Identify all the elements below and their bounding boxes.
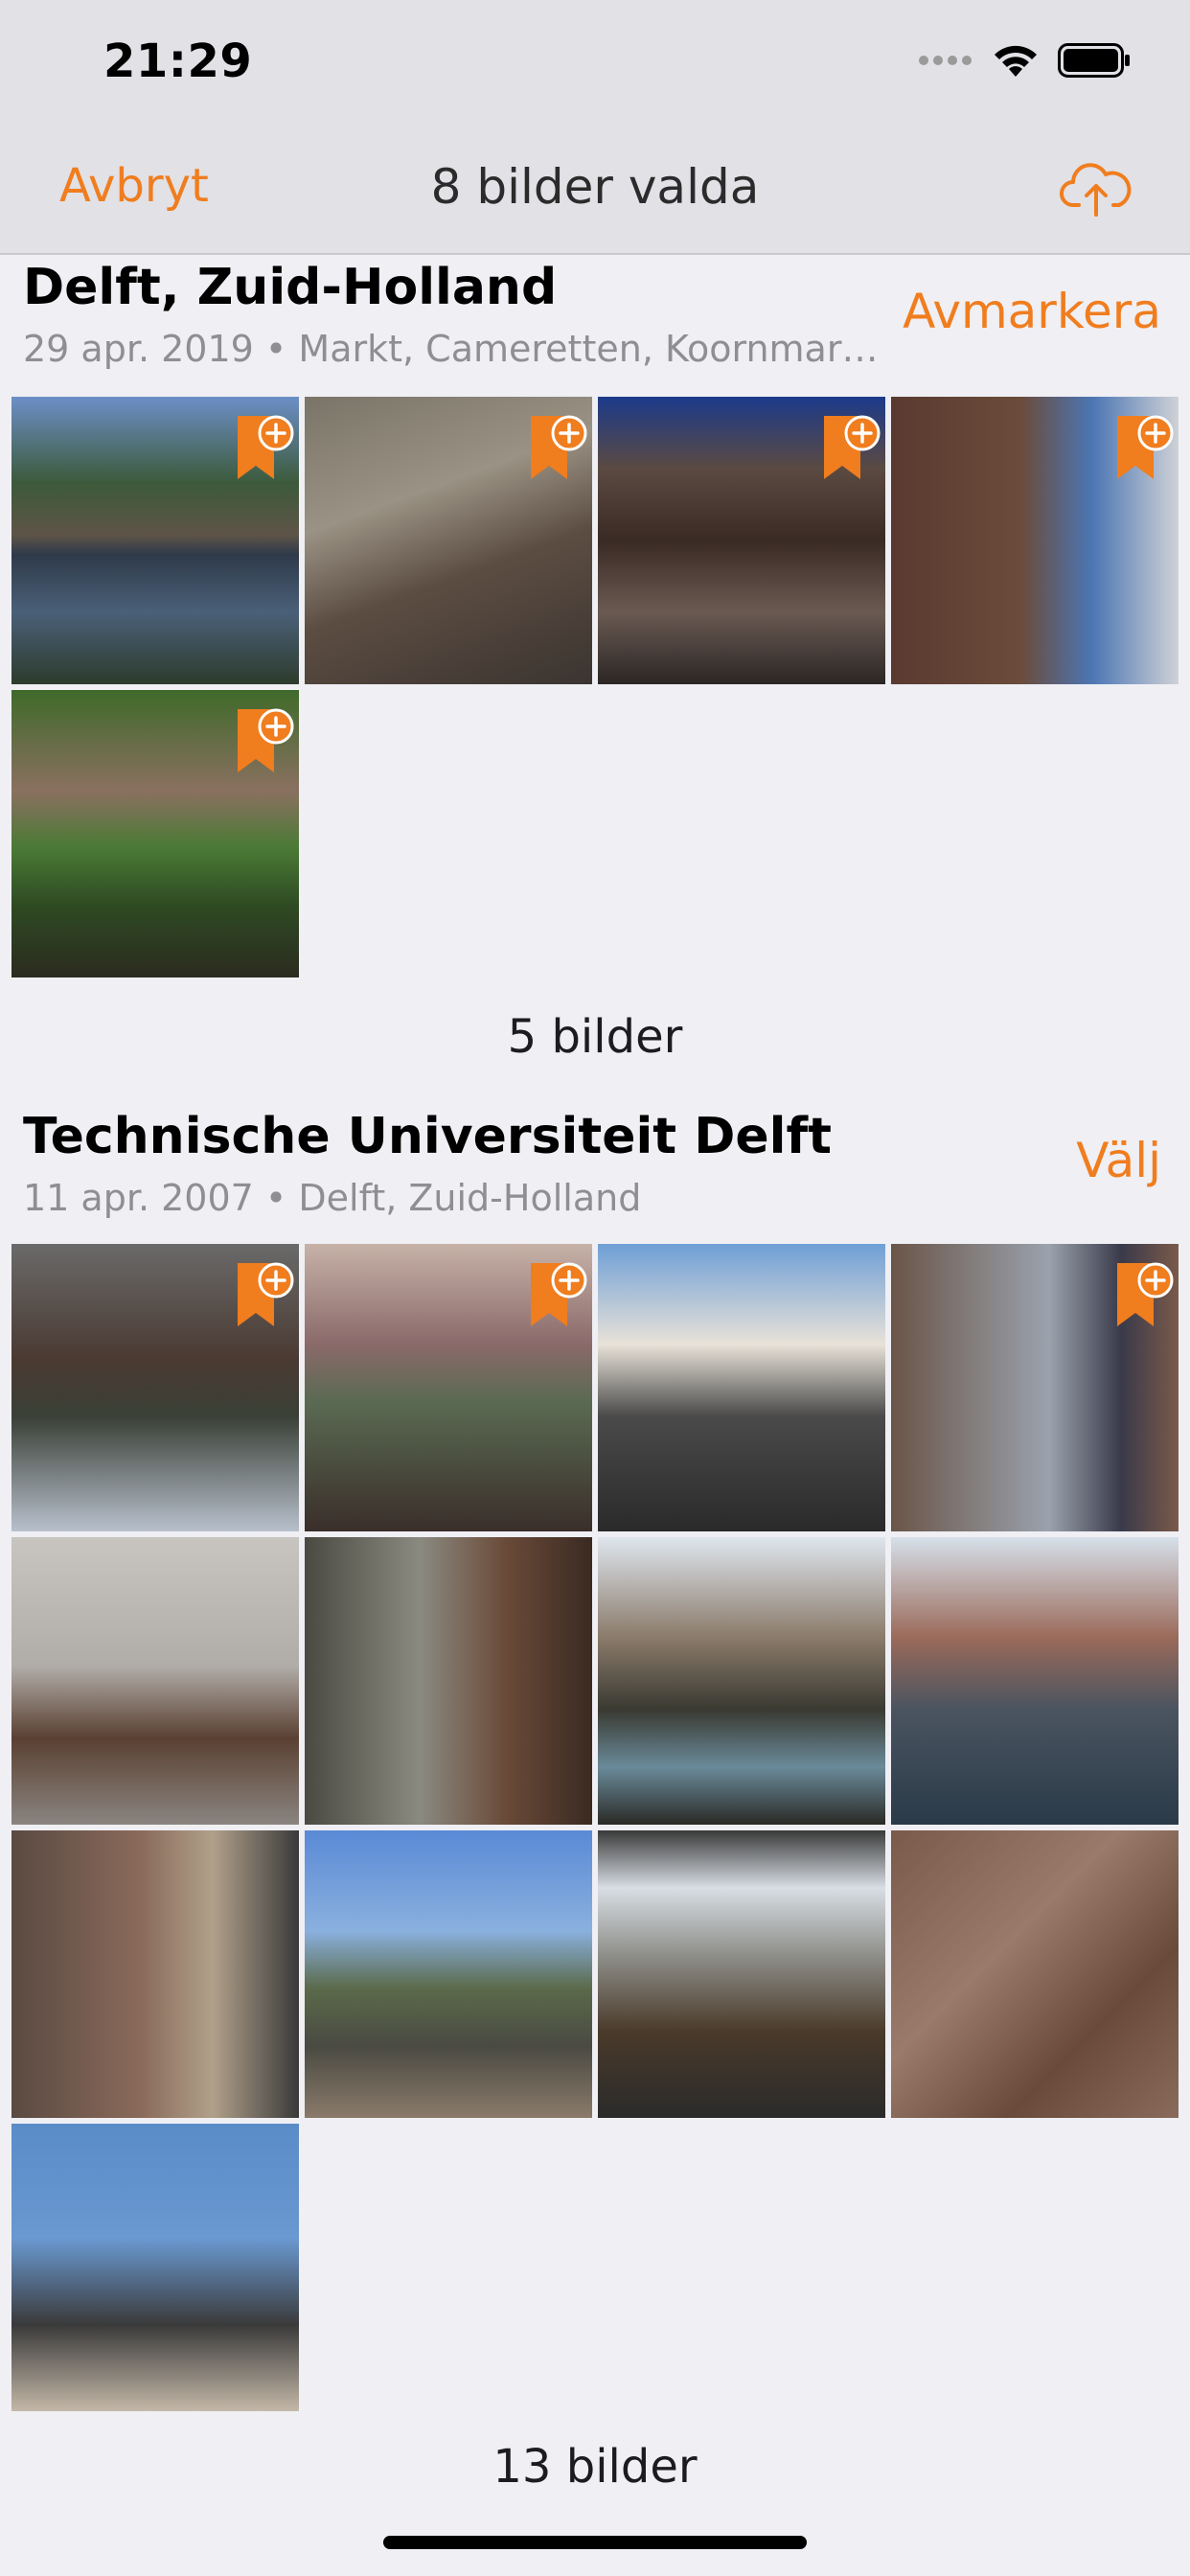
signal-icon (919, 56, 972, 65)
photo-thumbnail[interactable] (11, 397, 299, 684)
photo-grid (11, 1244, 1180, 2411)
bookmark-add-icon (238, 415, 294, 479)
section-header: Technische Universiteit Delft 11 apr. 20… (0, 1108, 1190, 1242)
photo-thumbnail[interactable] (11, 2124, 299, 2411)
photo-count: 13 bilder (492, 2440, 698, 2494)
battery-icon (1058, 43, 1130, 78)
photo-thumbnail[interactable] (891, 397, 1179, 684)
photo-thumbnail[interactable] (11, 1244, 299, 1531)
photo-thumbnail[interactable] (11, 1537, 299, 1825)
photo-thumbnail[interactable] (891, 1830, 1179, 2118)
bookmark-add-icon (238, 708, 294, 772)
photo-grid (11, 397, 1180, 978)
photo-thumbnail[interactable] (11, 690, 299, 978)
section-header: Delft, Zuid-Holland 29 apr. 2019 • Markt… (0, 259, 1190, 393)
screen: 21:29 Avbryt 8 bilder valda Delft, Zuid-… (0, 0, 1190, 2576)
navigation-bar: 21:29 Avbryt 8 bilder valda (0, 0, 1190, 255)
photo-thumbnail[interactable] (11, 1830, 299, 2118)
status-icons (918, 42, 1131, 79)
select-button[interactable]: Välj (1076, 1133, 1161, 1188)
bookmark-add-icon (1117, 1262, 1174, 1326)
photo-thumbnail[interactable] (305, 397, 592, 684)
bookmark-add-icon (531, 415, 587, 479)
photo-thumbnail[interactable] (891, 1537, 1179, 1825)
bookmark-add-icon (1117, 415, 1174, 479)
section-subtitle: 11 apr. 2007 • Delft, Zuid-Holland (23, 1177, 642, 1219)
photo-thumbnail[interactable] (305, 1244, 592, 1531)
photo-thumbnail[interactable] (598, 397, 885, 684)
section-title: Delft, Zuid-Holland (23, 259, 558, 316)
photo-thumbnail[interactable] (891, 1244, 1179, 1531)
photo-thumbnail[interactable] (598, 1830, 885, 2118)
bookmark-add-icon (238, 1262, 294, 1326)
section-subtitle: 29 apr. 2019 • Markt, Cameretten, Koornm… (23, 328, 885, 370)
photo-thumbnail[interactable] (598, 1537, 885, 1825)
home-indicator[interactable] (383, 2536, 807, 2549)
photo-thumbnail[interactable] (305, 1537, 592, 1825)
bookmark-add-icon (824, 415, 881, 479)
cloud-upload-icon[interactable] (1060, 157, 1133, 218)
bookmark-add-icon (531, 1262, 587, 1326)
section-title: Technische Universiteit Delft (23, 1108, 832, 1165)
photo-thumbnail[interactable] (305, 1830, 592, 2118)
cancel-button[interactable]: Avbryt (59, 159, 209, 213)
status-time: 21:29 (103, 34, 253, 88)
wifi-icon (995, 45, 1037, 77)
photo-thumbnail[interactable] (598, 1244, 885, 1531)
photo-count: 5 bilder (507, 1010, 683, 1064)
deselect-button[interactable]: Avmarkera (903, 284, 1161, 339)
